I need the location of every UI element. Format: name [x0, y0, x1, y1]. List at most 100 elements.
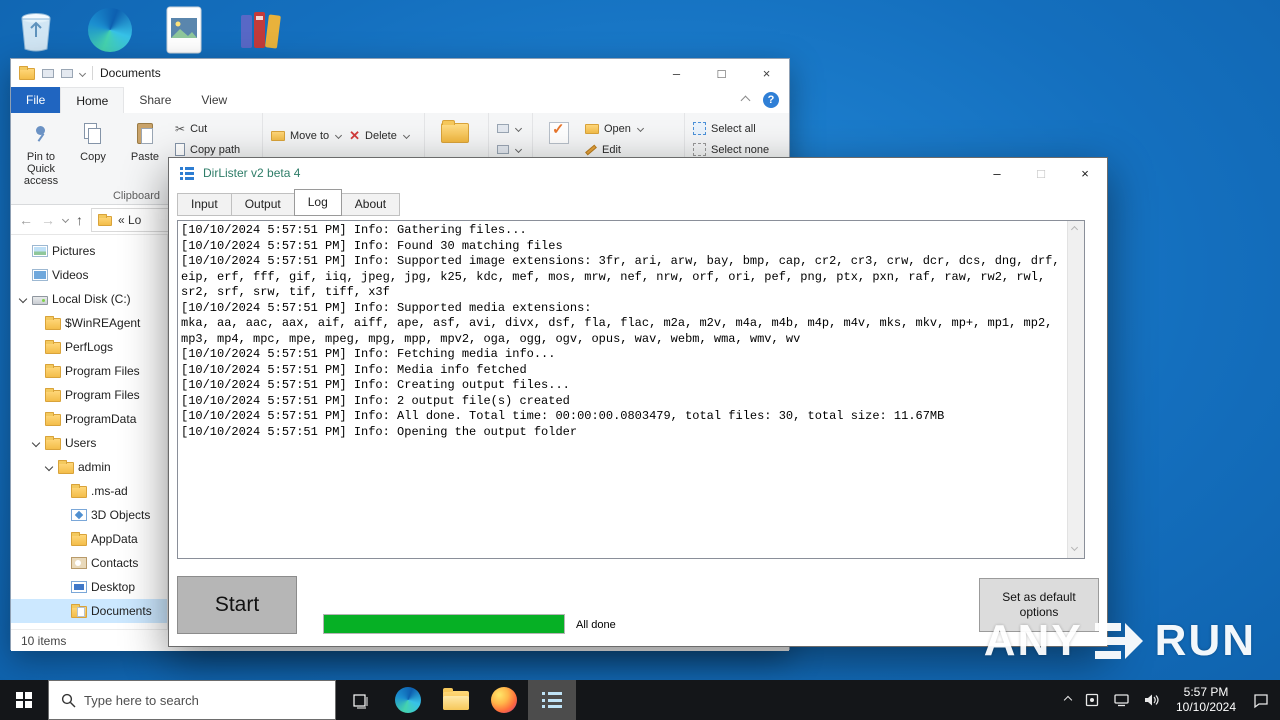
sidebar-item-perflogs[interactable]: PerfLogs	[11, 335, 167, 359]
sidebar-item-3d-objects[interactable]: 3D Objects	[11, 503, 167, 527]
paste-button[interactable]: Paste	[119, 116, 171, 188]
hidden-icons-chevron-icon[interactable]	[1063, 695, 1073, 705]
dirlister-tab-output[interactable]: Output	[230, 193, 295, 216]
qat-icon[interactable]	[42, 68, 54, 78]
taskbar-dirlister-button[interactable]	[528, 680, 576, 720]
button-label: Move to	[290, 129, 330, 142]
folder-icon	[71, 532, 87, 546]
copy-button[interactable]: Copy	[67, 116, 119, 188]
progress-status-label: All done	[576, 619, 616, 631]
explorer-tab-view[interactable]: View	[186, 87, 242, 113]
expand-chevron-icon[interactable]	[44, 462, 54, 472]
dirlister-titlebar: DirLister v2 beta 4 – □ ×	[169, 158, 1107, 188]
sidebar-item-appdata[interactable]: AppData	[11, 527, 167, 551]
explorer-tab-file[interactable]: File	[11, 87, 61, 113]
sidebar-item-ms-ad[interactable]: .ms-ad	[11, 479, 167, 503]
winrar-icon[interactable]	[234, 4, 286, 56]
edge-icon[interactable]	[84, 4, 136, 56]
qat-chevron-down-icon[interactable]	[78, 69, 87, 77]
taskbar-edge-button[interactable]	[384, 680, 432, 720]
up-icon[interactable]: ↑	[76, 212, 83, 228]
sidebar-item-program-files[interactable]: Program Files	[11, 359, 167, 383]
sidebar-item-desktop[interactable]: Desktop	[11, 575, 167, 599]
sidebar-item-pictures[interactable]: Pictures	[11, 239, 167, 263]
sidebar-item-users[interactable]: Users	[11, 431, 167, 455]
sidebar-item-label: Documents	[91, 604, 152, 618]
cut-button[interactable]: ✂ Cut	[171, 118, 244, 139]
start-menu-button[interactable]	[0, 680, 48, 720]
explorer-minimize-button[interactable]: –	[654, 59, 699, 87]
taskbar-search-box[interactable]	[48, 680, 336, 720]
desktopicon-icon	[71, 581, 87, 593]
qat-icon[interactable]	[61, 68, 73, 78]
scroll-down-icon[interactable]	[1070, 543, 1079, 552]
copy-icon	[84, 123, 102, 144]
explorer-close-button[interactable]: ×	[744, 59, 789, 87]
sidebar-item-winreagent[interactable]: $WinREAgent	[11, 311, 167, 335]
tray-app-icon[interactable]	[1084, 692, 1100, 708]
button-label: Copy	[80, 151, 106, 163]
taskbar-file-explorer-button[interactable]	[432, 680, 480, 720]
explorer-tab-share[interactable]: Share	[124, 87, 186, 113]
new-item-button[interactable]	[493, 118, 525, 139]
explorer-tab-home[interactable]: Home	[60, 87, 125, 113]
sidebar-item-program-files[interactable]: Program Files	[11, 383, 167, 407]
recycle-bin-icon[interactable]	[10, 4, 62, 56]
chevron-down-icon	[514, 124, 523, 133]
sidebar-item-label: admin	[78, 460, 111, 474]
dirlister-log-text: [10/10/2024 5:57:51 PM] Info: Gathering …	[181, 223, 1060, 439]
button-label: Pin to Quick access	[23, 151, 59, 187]
expand-chevron-icon[interactable]	[31, 438, 41, 448]
taskbar-firefox-button[interactable]	[480, 680, 528, 720]
select-all-button[interactable]: Select all	[689, 118, 773, 139]
open-button[interactable]: Open	[581, 118, 647, 139]
sidebar-item-programdata[interactable]: ProgramData	[11, 407, 167, 431]
anyrun-logo-icon	[1094, 623, 1143, 659]
delete-button: ✕ Delete	[345, 125, 413, 146]
pin-to-quick-access-button[interactable]: Pin to Quick access	[15, 116, 67, 188]
sidebar-item-label: Pictures	[52, 244, 96, 258]
scroll-up-icon[interactable]	[1070, 225, 1079, 234]
tray-network-icon[interactable]	[1113, 692, 1130, 708]
dirlister-tab-log[interactable]: Log	[293, 189, 342, 216]
button-label: Delete	[365, 129, 397, 142]
dirlister-icon	[542, 692, 562, 708]
sidebar-item-label: AppData	[91, 532, 138, 546]
action-center-icon[interactable]	[1252, 692, 1270, 709]
sidebar-item-admin[interactable]: admin	[11, 455, 167, 479]
start-button[interactable]: Start	[177, 576, 297, 634]
back-icon[interactable]: ←	[19, 212, 33, 228]
search-input[interactable]	[84, 692, 335, 708]
chevron-down-icon	[514, 145, 523, 154]
sidebar-item-documents[interactable]: Documents	[11, 599, 167, 623]
tray-volume-icon[interactable]	[1143, 692, 1160, 708]
chevron-down-icon	[335, 131, 343, 140]
task-view-button[interactable]	[336, 680, 384, 720]
dirlister-close-button[interactable]: ×	[1063, 158, 1107, 188]
explorer-ribbon-tabs: File Home Share View ?	[11, 87, 789, 113]
divider	[92, 66, 93, 80]
forward-icon[interactable]: →	[41, 212, 55, 228]
log-scrollbar[interactable]	[1067, 221, 1084, 558]
drive-icon	[32, 296, 48, 305]
button-label: Select none	[711, 143, 770, 156]
dirlister-minimize-button[interactable]: –	[975, 158, 1019, 188]
recent-locations-chevron-icon[interactable]	[61, 215, 70, 224]
explorer-maximize-button[interactable]: □	[699, 59, 744, 87]
sidebar-item-label: Contacts	[91, 556, 139, 570]
move-to-button[interactable]: Move to	[267, 125, 345, 146]
dirlister-log-box[interactable]: [10/10/2024 5:57:51 PM] Info: Gathering …	[177, 220, 1085, 559]
expand-chevron-icon[interactable]	[18, 294, 28, 304]
button-label: Select all	[711, 122, 756, 135]
help-icon[interactable]: ?	[763, 92, 779, 108]
button-label: Copy path	[190, 143, 241, 156]
sidebar-item-local-disk-c[interactable]: Local Disk (C:)	[11, 287, 167, 311]
dirlister-tab-input[interactable]: Input	[177, 193, 232, 216]
sidebar-item-contacts[interactable]: Contacts	[11, 551, 167, 575]
sidebar-item-videos[interactable]: Videos	[11, 263, 167, 287]
folder-icon	[45, 412, 61, 426]
taskbar-clock[interactable]: 5:57 PM 10/10/2024	[1173, 685, 1239, 715]
ribbon-collapse-icon[interactable]	[740, 95, 751, 105]
image-file-icon[interactable]	[158, 4, 210, 56]
dirlister-tab-about[interactable]: About	[340, 193, 401, 216]
